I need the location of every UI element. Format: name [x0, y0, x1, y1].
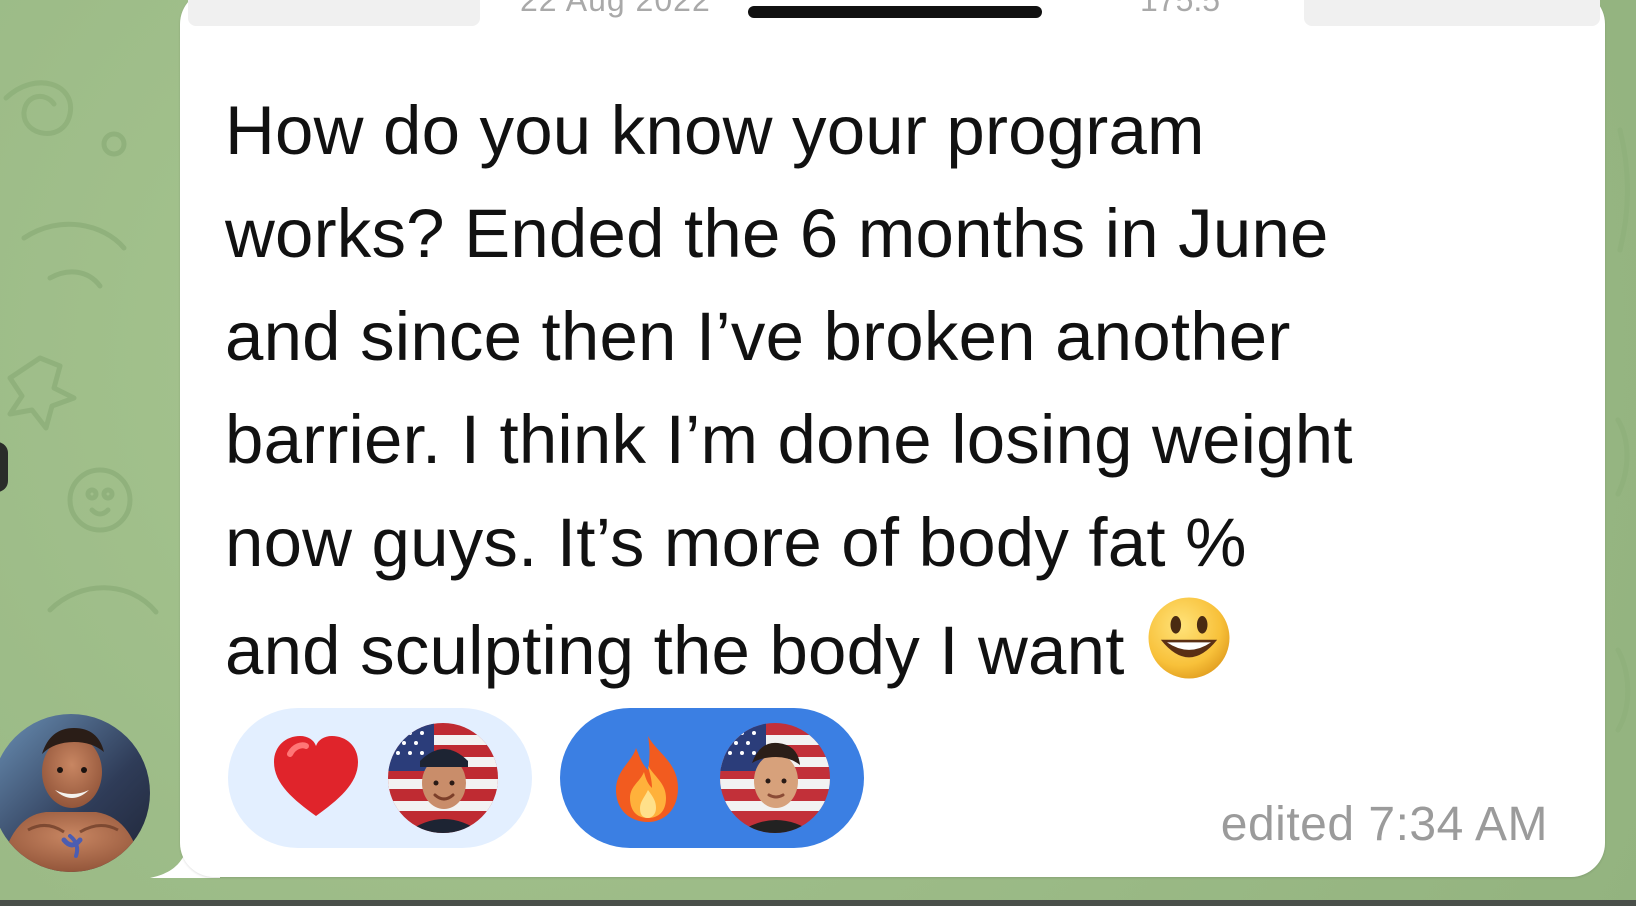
message-line: barrier. I think I’m done losing weight [225, 401, 1353, 478]
reaction-fire-chip[interactable] [560, 708, 864, 848]
reactor-avatar [388, 723, 498, 833]
reactor-avatar [720, 723, 830, 833]
bottom-border-line [0, 900, 1636, 906]
grinning-face-icon [1148, 597, 1230, 679]
message-line: now guys. It’s more of body fat % [225, 504, 1247, 581]
previous-date-text: 22 Aug 2022 [520, 0, 711, 18]
message-line: works? Ended the 6 months in June [225, 195, 1329, 272]
home-indicator-bar [748, 6, 1042, 18]
message-line: and since then I’ve broken another [225, 298, 1291, 375]
reaction-heart-chip[interactable] [228, 708, 532, 848]
fire-icon [616, 736, 678, 822]
previous-message-strip: 22 Aug 2022 175.5 [180, 0, 1605, 30]
message-line: How do you know your program [225, 92, 1205, 169]
user-avatar-photo [388, 723, 498, 833]
previous-chip-right [1304, 0, 1600, 26]
previous-chip-left [188, 0, 480, 26]
user-avatar-photo [720, 723, 830, 833]
red-heart-icon [274, 736, 358, 816]
window-edge-handle[interactable] [0, 442, 8, 492]
message-edited-timestamp: edited 7:34 AM [1220, 798, 1548, 851]
message-line: and sculpting the body I want [225, 612, 1125, 689]
previous-value-text: 175.5 [1140, 0, 1221, 18]
message-text: How do you know your program works? Ende… [225, 79, 1565, 702]
